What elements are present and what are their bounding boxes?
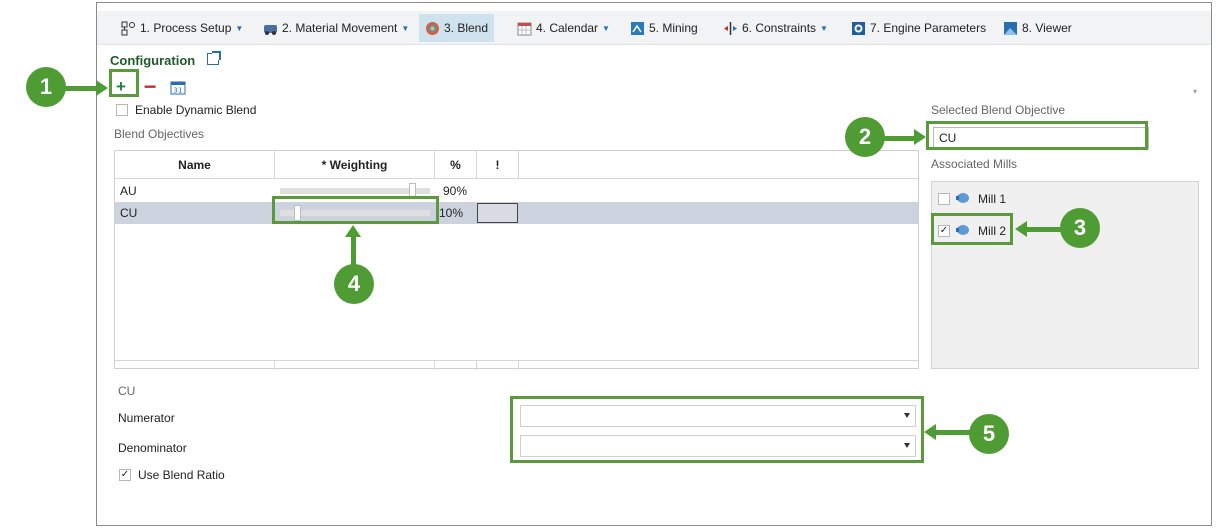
- mill-icon: [956, 192, 970, 204]
- schedule-calendar-icon[interactable]: 31: [167, 76, 189, 98]
- use-blend-ratio-checkbox[interactable]: ✓: [119, 469, 131, 481]
- engine-parameters-icon: [851, 21, 866, 36]
- callout-arrow: [880, 136, 916, 141]
- associated-mills-label: Associated Mills: [931, 157, 1018, 171]
- column-header-warning[interactable]: !: [477, 151, 519, 179]
- callout-arrowhead: [924, 424, 936, 440]
- callout-arrowhead: [345, 225, 361, 237]
- table-row[interactable]: CU 10%: [115, 202, 918, 224]
- column-header-name[interactable]: Name: [115, 151, 275, 179]
- use-blend-ratio-label: Use Blend Ratio: [138, 468, 225, 482]
- row-name: CU: [120, 206, 138, 220]
- callout-marker-5: 5: [969, 414, 1009, 454]
- callout-box-selected-objective: [926, 121, 1148, 150]
- chevron-down-icon: ▼: [401, 23, 410, 33]
- material-movement-icon: [263, 21, 278, 36]
- constraints-icon: [723, 21, 738, 36]
- chevron-down-icon: ▼: [820, 23, 828, 33]
- table-row[interactable]: AU 90%: [115, 180, 918, 202]
- callout-arrowhead: [1015, 221, 1027, 237]
- external-link-icon[interactable]: [207, 51, 221, 65]
- callout-arrowhead: [914, 129, 926, 145]
- grid-footer-line: [115, 360, 918, 361]
- callout-arrow: [1027, 227, 1063, 232]
- svg-text:31: 31: [174, 87, 183, 95]
- process-setup-icon: [121, 21, 136, 36]
- tab-material-movement[interactable]: 2. Material Movement ▼: [257, 14, 415, 42]
- tab-calendar[interactable]: 4. Calendar ▼: [511, 14, 616, 42]
- mining-icon: [630, 21, 645, 36]
- calendar-icon: [517, 21, 532, 36]
- chevron-down-icon: ▼: [235, 23, 244, 33]
- tab-viewer[interactable]: 8. Viewer: [997, 14, 1078, 42]
- tab-blend[interactable]: 3. Blend: [419, 14, 495, 42]
- associated-mills-list: Mill 1 ✓ Mill 2: [931, 181, 1199, 369]
- warning-cell[interactable]: [477, 203, 518, 223]
- callout-arrow: [936, 430, 972, 435]
- row-percent: 90%: [443, 184, 468, 198]
- blend-objectives-grid: Name * Weighting % ! AU 90% CU 10%: [114, 150, 919, 370]
- tab-label: 3. Blend: [444, 21, 489, 35]
- tab-engine-parameters[interactable]: 7. Engine Parameters: [845, 14, 992, 42]
- callout-marker-2: 2: [845, 117, 885, 157]
- callout-box-add: [109, 69, 139, 97]
- callout-marker-1: 1: [26, 67, 66, 107]
- tab-label: 2. Material Movement: [282, 21, 398, 35]
- page-title: Configuration: [110, 53, 196, 68]
- viewer-icon: [1003, 21, 1018, 36]
- blend-objectives-label: Blend Objectives: [114, 127, 205, 141]
- details-heading: CU: [118, 384, 136, 398]
- grid-footer-divider: [435, 361, 477, 370]
- grid-footer-divider: [115, 361, 275, 370]
- tab-mining[interactable]: 5. Mining: [624, 14, 704, 42]
- tab-constraints[interactable]: 6. Constraints ▼: [717, 14, 834, 42]
- tab-label: 4. Calendar: [536, 21, 599, 35]
- enable-dynamic-blend-checkbox[interactable]: [116, 104, 128, 116]
- tab-process-setup[interactable]: 1. Process Setup ▼: [115, 14, 249, 42]
- tab-label: 6. Constraints: [742, 21, 817, 35]
- callout-box-ratio-dropdowns: [510, 396, 924, 463]
- callout-arrowhead: [96, 80, 108, 96]
- callout-marker-4: 4: [334, 264, 374, 304]
- column-header-percent[interactable]: %: [435, 151, 477, 179]
- callout-marker-3: 3: [1060, 208, 1100, 248]
- enable-dynamic-blend-label: Enable Dynamic Blend: [135, 103, 257, 117]
- callout-arrow: [351, 236, 356, 266]
- chevron-down-icon: ▼: [602, 23, 610, 33]
- tab-label: 5. Mining: [649, 21, 698, 35]
- denominator-label: Denominator: [118, 441, 187, 455]
- mill-1-label: Mill 1: [978, 192, 1007, 206]
- callout-box-mill-2: [931, 213, 1013, 245]
- grid-footer-divider: [477, 361, 519, 370]
- blend-icon: [425, 21, 440, 36]
- grid-footer-divider: [275, 361, 435, 370]
- weighting-slider[interactable]: [280, 188, 430, 194]
- selected-blend-objective-label: Selected Blend Objective: [931, 103, 1066, 117]
- numerator-label: Numerator: [118, 411, 175, 425]
- tab-label: 7. Engine Parameters: [870, 21, 987, 35]
- scroll-grip-icon: ▾: [1192, 87, 1197, 96]
- callout-box-weighting: [272, 196, 439, 224]
- column-header-weighting[interactable]: * Weighting: [275, 151, 435, 179]
- tab-label: 8. Viewer: [1022, 21, 1072, 35]
- main-toolbar: 1. Process Setup ▼ 2. Material Movement ▼ …: [97, 11, 1211, 45]
- row-percent: 10%: [439, 206, 464, 220]
- mill-1-checkbox[interactable]: [938, 193, 950, 205]
- remove-icon[interactable]: −: [139, 74, 161, 99]
- row-name: AU: [120, 184, 137, 198]
- tab-label: 1. Process Setup: [140, 21, 232, 35]
